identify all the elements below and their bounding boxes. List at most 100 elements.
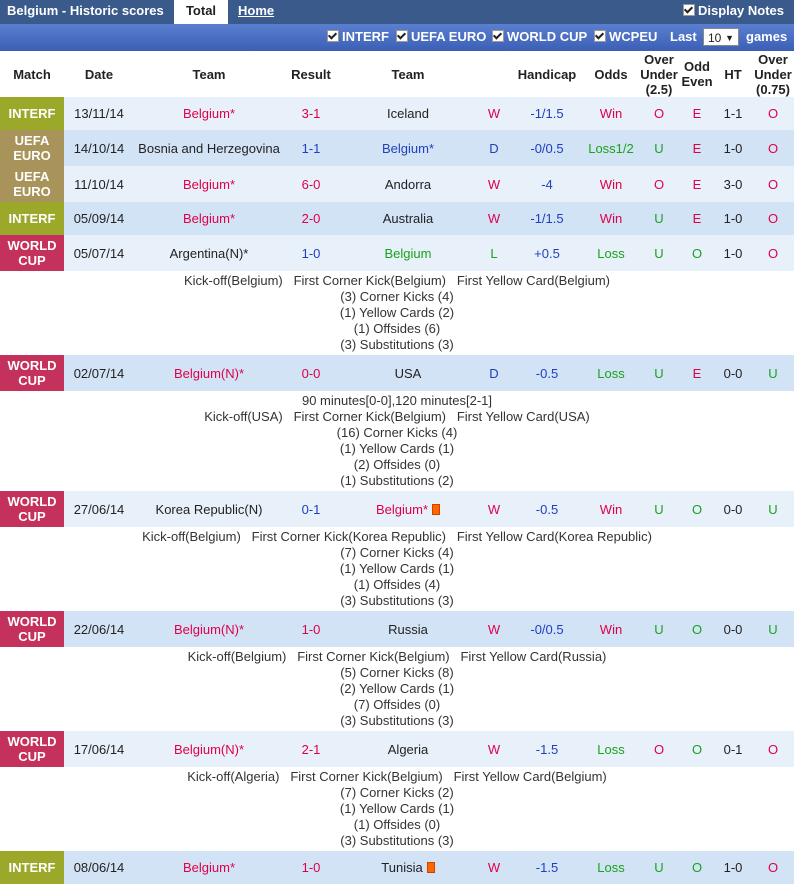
competition-badge[interactable]: WORLD CUP — [0, 731, 64, 767]
match-score[interactable]: 1-0 — [284, 235, 338, 271]
detail-line: (3) Substitutions (3) — [340, 833, 454, 848]
competition-badge[interactable]: WORLD CUP — [0, 491, 64, 527]
over-under-075-value: O — [767, 860, 779, 875]
checkbox-icon[interactable] — [594, 30, 606, 42]
checkbox-icon[interactable] — [396, 30, 408, 42]
tab-home[interactable]: Home — [238, 0, 274, 24]
away-team[interactable]: Belgium* — [338, 130, 478, 166]
away-team[interactable]: Australia — [338, 202, 478, 235]
match-score[interactable]: 2-1 — [284, 731, 338, 767]
competition-label: UEFA — [14, 169, 50, 184]
detail-line: Kick-off(Belgium) First Corner Kick(Belg… — [187, 649, 607, 664]
away-team[interactable]: Russia — [338, 611, 478, 647]
away-team[interactable]: Belgium — [338, 235, 478, 271]
handicap-value: -0/0.5 — [530, 621, 564, 637]
over-under-value: U — [654, 245, 664, 261]
odds-result: Loss — [597, 741, 625, 757]
home-team[interactable]: Belgium(N)* — [134, 731, 284, 767]
away-team[interactable]: Tunisia — [338, 851, 478, 884]
home-team[interactable]: Belgium* — [134, 166, 284, 202]
win-loss: D — [489, 140, 499, 156]
filter-wcpeu[interactable]: WCPEU — [594, 29, 657, 44]
match-score[interactable]: 6-0 — [284, 166, 338, 202]
over-under-value: U — [654, 211, 664, 226]
competition-badge[interactable]: INTERF — [0, 97, 64, 130]
match-score[interactable]: 0-0 — [284, 355, 338, 391]
home-team[interactable]: Korea Republic(N) — [134, 491, 284, 527]
competition-badge[interactable]: UEFA EURO — [0, 130, 64, 166]
home-team[interactable]: Argentina(N)* — [134, 235, 284, 271]
checkbox-icon[interactable] — [327, 30, 339, 42]
match-score[interactable]: 1-1 — [284, 130, 338, 166]
home-team[interactable]: Belgium* — [134, 97, 284, 130]
title-bar: Belgium - Historic scores Total Home Dis… — [0, 0, 794, 24]
competition-badge[interactable]: INTERF — [0, 202, 64, 235]
handicap-value: -0.5 — [535, 365, 559, 381]
match-details-row: 90 minutes[0-0],120 minutes[2-1] Kick-off… — [0, 391, 794, 491]
win-loss: W — [487, 621, 501, 637]
competition-badge[interactable]: UEFA EURO — [0, 166, 64, 202]
competition-badge[interactable]: WORLD CUP — [0, 235, 64, 271]
handicap-value: -1/1.5 — [530, 106, 564, 121]
home-team[interactable]: Belgium(N)* — [134, 355, 284, 391]
filter-uefa-euro[interactable]: UEFA EURO — [396, 29, 486, 44]
checkbox-icon[interactable] — [492, 30, 504, 42]
odds-result: Win — [599, 106, 623, 121]
odd-even-value: E — [692, 140, 702, 156]
match-details: Kick-off(Belgium) First Corner Kick(Kore… — [0, 527, 794, 611]
filter-interf[interactable]: INTERF — [327, 29, 389, 44]
win-loss: W — [487, 211, 501, 226]
win-loss: W — [487, 106, 501, 121]
col-wl — [478, 51, 510, 97]
red-card-icon — [426, 862, 435, 873]
odd-even-value: O — [691, 501, 703, 517]
hdr-line: Odd — [684, 59, 710, 74]
over-under-075-value: U — [768, 621, 778, 637]
over-under-value: U — [654, 621, 664, 637]
col-team-away: Team — [391, 66, 425, 82]
detail-line: (7) Offsides (0) — [353, 697, 441, 712]
display-notes-toggle[interactable]: Display Notes — [683, 3, 784, 18]
hdr-line: Over — [644, 51, 674, 67]
games-count-select[interactable]: 10 ▼ — [703, 28, 739, 46]
away-team[interactable]: Andorra — [338, 166, 478, 202]
filter-world-cup[interactable]: WORLD CUP — [492, 29, 587, 44]
away-team[interactable]: USA — [338, 355, 478, 391]
match-score[interactable]: 1-0 — [284, 611, 338, 647]
filter-label: WCPEU — [609, 29, 658, 44]
handicap-value: -1.5 — [535, 860, 559, 875]
detail-line: (1) Yellow Cards (1) — [339, 561, 455, 576]
home-team[interactable]: Bosnia and Herzegovina — [134, 130, 284, 166]
chevron-down-icon: ▼ — [725, 33, 734, 43]
home-team[interactable]: Belgium* — [134, 202, 284, 235]
home-team[interactable]: Belgium(N)* — [134, 611, 284, 647]
match-score[interactable]: 3-1 — [284, 97, 338, 130]
halftime-score: 0-0 — [723, 621, 743, 637]
checkbox-icon[interactable] — [683, 4, 696, 16]
competition-badge[interactable]: WORLD CUP — [0, 611, 64, 647]
red-card-icon — [432, 503, 441, 515]
away-team[interactable]: Iceland — [338, 97, 478, 130]
halftime-score: 0-0 — [723, 501, 743, 517]
tab-total[interactable]: Total — [174, 0, 228, 24]
away-team[interactable]: Algeria — [338, 731, 478, 767]
home-team[interactable]: Belgium* — [134, 851, 284, 884]
over-under-value: O — [653, 106, 665, 121]
detail-line: (1) Offsides (4) — [353, 577, 441, 592]
competition-badge[interactable]: INTERF — [0, 851, 64, 884]
match-score[interactable]: 1-0 — [284, 851, 338, 884]
competition-label: CUP — [18, 749, 46, 764]
match-score[interactable]: 0-1 — [284, 491, 338, 527]
match-details: Kick-off(Algeria) First Corner Kick(Belg… — [0, 767, 794, 851]
match-details-row: Kick-off(Belgium) First Corner Kick(Kore… — [0, 527, 794, 611]
over-under-075-value: U — [768, 365, 778, 381]
table-row: INTERF 08/06/14 Belgium* 1-0 Tunisia W -1.5 Los… — [0, 851, 794, 884]
match-date: 08/06/14 — [73, 860, 125, 875]
match-score[interactable]: 2-0 — [284, 202, 338, 235]
competition-label: WORLD — [7, 494, 57, 509]
competition-badge[interactable]: WORLD CUP — [0, 355, 64, 391]
detail-line: (3) Substitutions (3) — [340, 713, 454, 728]
over-under-value: O — [653, 741, 665, 757]
competition-label: WORLD — [7, 358, 57, 373]
away-team[interactable]: Belgium* — [338, 491, 478, 527]
